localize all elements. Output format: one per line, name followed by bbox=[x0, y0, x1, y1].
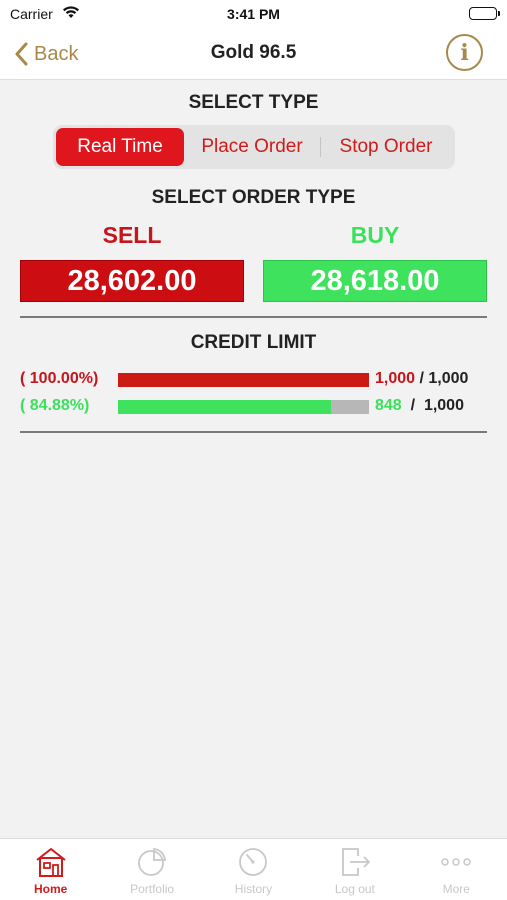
credit-progress-bar bbox=[118, 373, 369, 387]
credit-used: 1,000 bbox=[375, 370, 416, 387]
credit-total: 1,000 bbox=[423, 397, 464, 414]
segment-stop-order[interactable]: Stop Order bbox=[320, 128, 452, 166]
tab-label: Portfolio bbox=[130, 882, 175, 896]
segment-place-order-label: Place Order bbox=[201, 136, 303, 157]
info-button[interactable]: i bbox=[446, 34, 483, 71]
segment-place-order[interactable]: Place Order bbox=[184, 128, 320, 166]
select-type-title: SELECT TYPE bbox=[188, 92, 319, 113]
buy-label: BUY bbox=[350, 222, 400, 248]
credit-percent: ( 84.88%) bbox=[20, 397, 90, 414]
navigation-bar: Back Gold 96.5 i bbox=[0, 30, 507, 80]
tab-more[interactable]: More bbox=[406, 839, 507, 900]
battery-icon bbox=[469, 7, 500, 20]
credit-progress-bar bbox=[118, 400, 369, 414]
segment-divider bbox=[320, 137, 321, 157]
order-type-segmented-control: Real Time Place Order Stop Order bbox=[53, 125, 455, 169]
credit-limit-title: CREDIT LIMIT bbox=[190, 332, 317, 353]
segment-stop-order-label: Stop Order bbox=[339, 136, 433, 157]
divider bbox=[20, 316, 487, 318]
buy-price-button[interactable]: 28,618.00 bbox=[263, 260, 487, 302]
home-icon bbox=[36, 848, 66, 877]
more-icon bbox=[441, 858, 471, 866]
tab-home[interactable]: Home bbox=[0, 839, 101, 900]
pie-chart-icon bbox=[138, 848, 167, 876]
credit-used: 848 bbox=[375, 397, 402, 414]
tab-label: Log out bbox=[334, 882, 375, 896]
tab-portfolio[interactable]: Portfolio bbox=[101, 839, 202, 900]
credit-row-sell: ( 100.00%) 1,000 / 1,000 bbox=[20, 370, 487, 390]
credit-value: 848 / 1,000 bbox=[375, 397, 464, 414]
credit-value: 1,000 / 1,000 bbox=[375, 370, 469, 387]
tab-history[interactable]: History bbox=[203, 839, 304, 900]
tab-label: History bbox=[234, 882, 273, 896]
credit-total: 1,000 bbox=[428, 370, 469, 387]
credit-row-buy: ( 84.88%) 848 / 1,000 bbox=[20, 397, 487, 417]
tab-bar: Home Portfolio History Log out More bbox=[0, 838, 507, 900]
credit-progress-fill bbox=[118, 400, 332, 414]
tab-label: More bbox=[442, 882, 470, 896]
clock-icon bbox=[239, 848, 268, 876]
tab-label: Home bbox=[34, 882, 68, 896]
status-time: 3:41 PM bbox=[227, 6, 280, 22]
page-title: Gold 96.5 bbox=[210, 42, 297, 63]
sell-label: SELL bbox=[102, 222, 162, 248]
logout-icon bbox=[341, 848, 370, 876]
sell-price-button[interactable]: 28,602.00 bbox=[20, 260, 244, 302]
divider bbox=[20, 431, 487, 433]
tab-logout[interactable]: Log out bbox=[304, 839, 405, 900]
segment-real-time[interactable]: Real Time bbox=[56, 128, 184, 166]
info-icon: i bbox=[460, 39, 469, 66]
status-bar: Carrier 3:41 PM bbox=[0, 0, 507, 30]
credit-progress-fill bbox=[118, 373, 369, 387]
select-order-type-title: SELECT ORDER TYPE bbox=[151, 187, 356, 208]
credit-percent: ( 100.00%) bbox=[20, 370, 99, 387]
